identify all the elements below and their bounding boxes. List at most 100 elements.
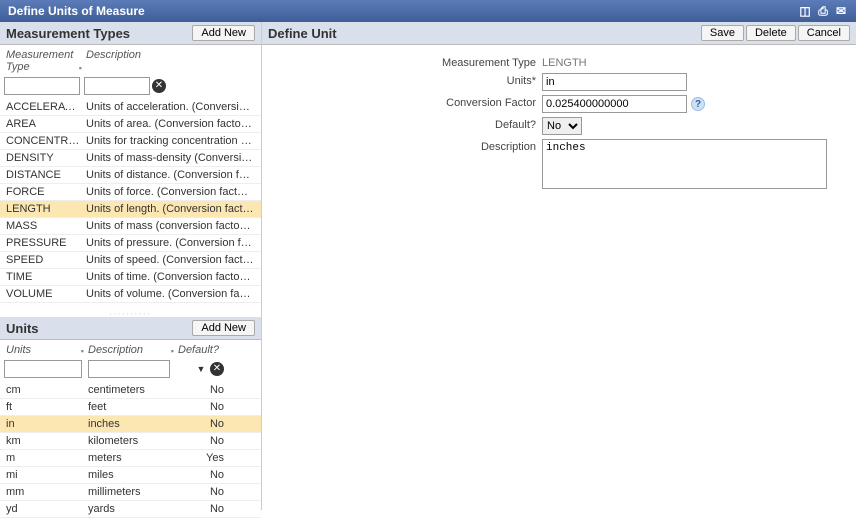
cell-type: VOLUME [4,287,84,301]
units-grid[interactable]: cmcentimetersNoftfeetNoininchesNokmkilom… [0,382,261,518]
cell-unit-desc: millimeters [86,485,176,499]
cell-type: PRESSURE [4,236,84,250]
cell-type: MASS [4,219,84,233]
conversion-factor-input[interactable] [542,95,687,113]
table-row[interactable]: AREAUnits of area. (Conversion factor to… [0,116,261,133]
print-icon[interactable]: ⎙ [816,4,830,18]
description-textarea[interactable] [542,139,827,189]
cell-desc: Units of volume. (Conversion factor to L… [84,287,256,301]
cell-unit-desc: centimeters [86,383,176,397]
cell-default: Yes [176,451,238,465]
mail-icon[interactable]: ✉ [834,4,848,18]
cell-desc: Units for tracking concentration of subs… [84,134,256,148]
right-pane: Define Unit Save Delete Cancel Measureme… [262,22,856,510]
label-default: Default? [262,117,542,131]
cell-desc: Units of speed. (Conversion factor to me… [84,253,256,267]
label-units: Units* [262,73,542,87]
table-row[interactable]: mimilesNo [0,467,261,484]
cell-type: DENSITY [4,151,84,165]
col-unit-description[interactable]: Description▪ [86,342,176,358]
cell-unit: ft [4,400,86,414]
cell-default: No [176,400,238,414]
cell-desc: Units of length. (Conversion factor to m… [84,202,256,216]
delete-button[interactable]: Delete [746,25,796,41]
cell-desc: Units of pressure. (Conversion factor to… [84,236,256,250]
default-select[interactable]: NoYes [542,117,582,135]
table-row[interactable]: PRESSUREUnits of pressure. (Conversion f… [0,235,261,252]
splitter[interactable]: ∙∙∙∙∙∙∙∙∙∙ [0,309,261,317]
filter-measurement-type[interactable] [4,77,80,95]
measurement-types-section: Measurement Types Add New Measurement Ty… [0,22,261,309]
table-row[interactable]: ininchesNo [0,416,261,433]
label-measurement-type: Measurement Type [262,55,542,69]
table-row[interactable]: mmmillimetersNo [0,484,261,501]
measurement-types-grid[interactable]: ACCELERATIONUnits of acceleration. (Conv… [0,99,261,309]
cell-desc: Units of mass (conversion factor to kg) [84,219,256,233]
define-unit-heading: Define Unit [268,26,337,41]
cell-type: SPEED [4,253,84,267]
cell-unit: cm [4,383,86,397]
cell-desc: Units of time. (Conversion factor to sec… [84,270,256,284]
measurement-types-header: Measurement Types Add New [0,22,261,45]
table-row[interactable]: CONCENTRATIONUnits for tracking concentr… [0,133,261,150]
titlebar: Define Units of Measure ◫ ⎙ ✉ [0,0,856,22]
main: Measurement Types Add New Measurement Ty… [0,22,856,510]
value-measurement-type: LENGTH [542,55,587,69]
col-units[interactable]: Units▪ [4,342,86,358]
units-filter-row: ▼ ✕ [0,358,261,382]
label-conversion-factor: Conversion Factor [262,95,542,109]
cancel-button[interactable]: Cancel [798,25,850,41]
clear-unit-filters-icon[interactable]: ✕ [210,362,224,376]
add-unit-button[interactable]: Add New [192,320,255,336]
cell-type: FORCE [4,185,84,199]
cell-unit-desc: kilometers [86,434,176,448]
table-row[interactable]: TIMEUnits of time. (Conversion factor to… [0,269,261,286]
units-input[interactable] [542,73,687,91]
save-button[interactable]: Save [701,25,744,41]
cell-desc: Units of distance. (Conversion factor to… [84,168,256,182]
table-row[interactable]: ftfeetNo [0,399,261,416]
units-heading: Units [6,321,39,336]
col-description[interactable]: Description [84,47,256,75]
table-row[interactable]: cmcentimetersNo [0,382,261,399]
cell-unit: m [4,451,86,465]
new-window-icon[interactable]: ◫ [798,4,812,18]
filter-description[interactable] [84,77,150,95]
filter-units[interactable] [4,360,82,378]
units-section: Units Add New Units▪ Description▪ Defaul… [0,317,261,518]
filter-unit-description[interactable] [88,360,170,378]
measurement-types-columns: Measurement Type▪ Description [0,45,261,75]
define-unit-header: Define Unit Save Delete Cancel [262,22,856,45]
help-icon[interactable]: ? [691,97,705,111]
cell-type: CONCENTRATION [4,134,84,148]
table-row[interactable]: mmetersYes [0,450,261,467]
cell-type: AREA [4,117,84,131]
cell-unit: in [4,417,86,431]
cell-unit: mm [4,485,86,499]
table-row[interactable]: DENSITYUnits of mass-density (Conversion… [0,150,261,167]
cell-unit-desc: miles [86,468,176,482]
cell-default: No [176,434,238,448]
measurement-types-heading: Measurement Types [6,26,130,41]
col-measurement-type[interactable]: Measurement Type▪ [4,47,84,75]
cell-desc: Units of mass-density (Conversion factor… [84,151,256,165]
table-row[interactable]: kmkilometersNo [0,433,261,450]
cell-unit-desc: yards [86,502,176,516]
filter-default-dropdown-icon[interactable]: ▼ [194,364,208,374]
cell-default: No [176,417,238,431]
table-row[interactable]: VOLUMEUnits of volume. (Conversion facto… [0,286,261,303]
table-row[interactable]: DISTANCEUnits of distance. (Conversion f… [0,167,261,184]
label-description: Description [262,139,542,153]
col-default[interactable]: Default? [176,342,222,358]
table-row[interactable]: ACCELERATIONUnits of acceleration. (Conv… [0,99,261,116]
measurement-types-filter-row: ✕ [0,75,261,99]
table-row[interactable]: LENGTHUnits of length. (Conversion facto… [0,201,261,218]
table-row[interactable]: FORCEUnits of force. (Conversion factor … [0,184,261,201]
add-measurement-type-button[interactable]: Add New [192,25,255,41]
cell-type: TIME [4,270,84,284]
table-row[interactable]: MASSUnits of mass (conversion factor to … [0,218,261,235]
table-row[interactable]: SPEEDUnits of speed. (Conversion factor … [0,252,261,269]
clear-filters-icon[interactable]: ✕ [152,79,166,93]
titlebar-actions: ◫ ⎙ ✉ [798,4,848,18]
cell-default: No [176,485,238,499]
